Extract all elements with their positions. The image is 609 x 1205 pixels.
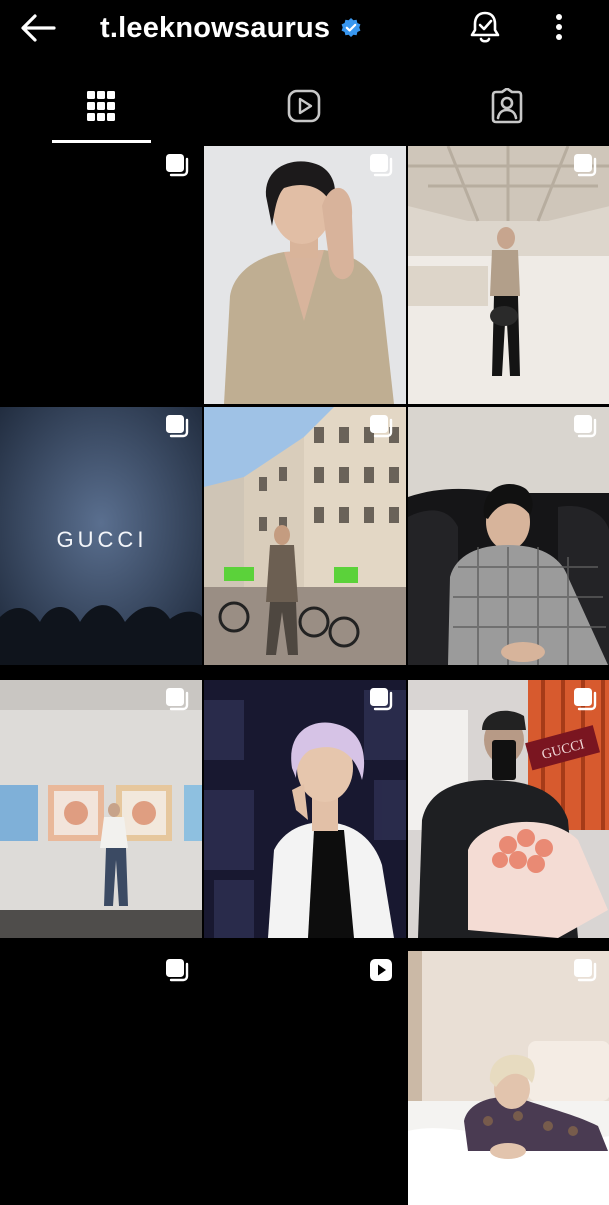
neon-sign-text: GUCCI bbox=[57, 527, 148, 552]
carousel-icon bbox=[574, 154, 597, 177]
post-thumbnail[interactable] bbox=[0, 680, 202, 938]
profile-title: t.leeknowsaurus bbox=[100, 10, 362, 46]
carousel-icon bbox=[166, 959, 189, 982]
post-thumbnail[interactable] bbox=[204, 146, 406, 404]
username[interactable]: t.leeknowsaurus bbox=[100, 12, 330, 45]
carousel-icon bbox=[166, 688, 189, 711]
grid-icon bbox=[87, 91, 115, 121]
profile-tabs bbox=[0, 74, 609, 144]
carousel-icon bbox=[574, 959, 597, 982]
flowers-selfie-photo: GUCCI bbox=[408, 680, 609, 938]
notification-bell-icon[interactable] bbox=[466, 8, 504, 46]
carousel-icon bbox=[166, 415, 189, 438]
post-thumbnail[interactable] bbox=[408, 146, 609, 404]
neon-sign-photo: GUCCI bbox=[0, 407, 202, 665]
carousel-icon bbox=[370, 154, 393, 177]
post-thumbnail[interactable] bbox=[204, 407, 406, 665]
verified-badge-icon bbox=[341, 18, 361, 37]
post-thumbnail[interactable] bbox=[204, 680, 406, 938]
post-thumbnail[interactable] bbox=[408, 407, 609, 665]
top-app-bar: t.leeknowsaurus bbox=[0, 0, 609, 58]
art-gallery-photo bbox=[0, 680, 202, 938]
blonde-portrait-photo bbox=[204, 680, 406, 938]
sofa-portrait-photo bbox=[408, 407, 609, 665]
carousel-icon bbox=[370, 688, 393, 711]
reel-icon bbox=[370, 959, 392, 981]
post-thumbnail[interactable]: GUCCI bbox=[0, 407, 202, 665]
portrait-photo bbox=[204, 146, 406, 404]
carousel-icon bbox=[574, 415, 597, 438]
post-thumbnail[interactable] bbox=[204, 951, 406, 1205]
back-arrow-icon[interactable] bbox=[18, 10, 58, 46]
post-thumbnail[interactable] bbox=[0, 951, 202, 1205]
carousel-icon bbox=[574, 688, 597, 711]
carousel-icon bbox=[370, 415, 393, 438]
tagged-person-icon bbox=[491, 88, 523, 124]
post-thumbnail[interactable] bbox=[0, 146, 202, 404]
gallery-hall-photo bbox=[408, 146, 609, 404]
tab-reels[interactable] bbox=[203, 74, 406, 144]
bed-portrait-photo bbox=[408, 951, 609, 1205]
tab-posts[interactable] bbox=[0, 74, 203, 144]
post-thumbnail[interactable]: GUCCI bbox=[408, 680, 609, 938]
tab-tagged[interactable] bbox=[406, 74, 609, 144]
more-vertical-icon[interactable] bbox=[542, 8, 576, 46]
post-thumbnail[interactable] bbox=[408, 951, 609, 1205]
carousel-icon bbox=[166, 154, 189, 177]
reels-play-icon bbox=[287, 89, 321, 123]
street-photo bbox=[204, 407, 406, 665]
selected-tab-indicator bbox=[52, 140, 151, 143]
